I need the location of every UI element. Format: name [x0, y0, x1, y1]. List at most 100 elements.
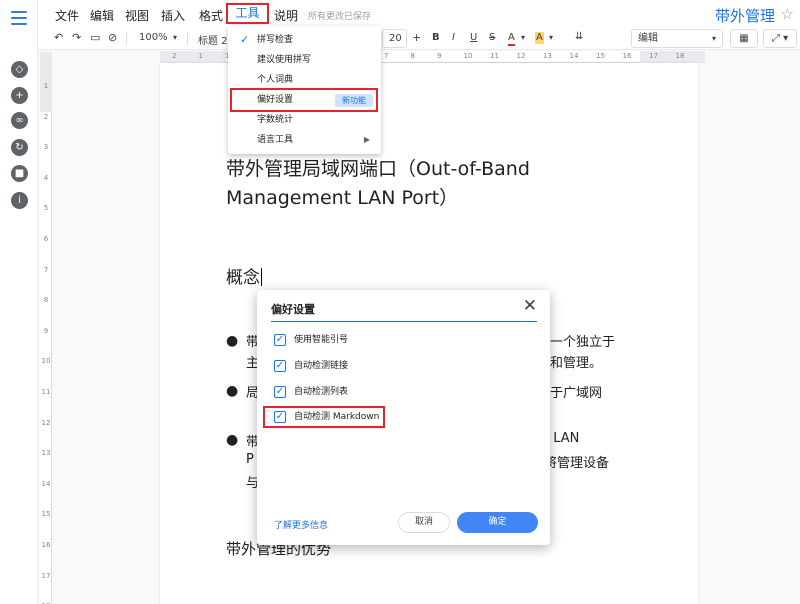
menu-item-personal-dictionary[interactable]: 个人词典: [228, 70, 381, 90]
menu-item-language-tools[interactable]: 语言工具 ▶: [228, 130, 381, 150]
bullet-icon: ●: [226, 432, 239, 448]
mode-label: 编辑: [638, 33, 658, 44]
menu-item-word-count[interactable]: 字数统计: [228, 110, 381, 130]
cancel-button[interactable]: 取消: [398, 512, 450, 533]
bullet-icon: ●: [226, 383, 239, 399]
menu-edit[interactable]: 编辑: [90, 7, 114, 24]
mode-select[interactable]: 编辑 ▾: [631, 29, 723, 48]
ruler-number: 16: [622, 52, 632, 60]
ruler-number: 12: [41, 418, 51, 427]
ruler-number: 9: [437, 52, 442, 60]
toolbar: ↶ ↷ ▭ ⊘ 100% ▾ 标题 2 20 + B I U S A ▾ A ▾…: [38, 28, 800, 50]
close-icon[interactable]: ✕: [523, 296, 537, 316]
ruler-number: 1: [43, 82, 49, 90]
menu-tools[interactable]: 工具: [226, 3, 269, 24]
bullet1-fragment[interactable]: 和管理。: [550, 352, 602, 371]
tag-icon[interactable]: ◇: [11, 61, 28, 78]
chevron-down-icon[interactable]: ▾: [521, 33, 525, 42]
add-user-icon[interactable]: +: [11, 87, 28, 104]
ruler-number: 6: [43, 235, 49, 243]
chevron-right-icon: ▶: [363, 135, 370, 144]
underline-icon[interactable]: U: [470, 32, 477, 43]
menu-insert[interactable]: 插入: [161, 7, 185, 24]
checkbox[interactable]: ✓: [274, 360, 286, 372]
highlight-icon[interactable]: A: [535, 32, 544, 44]
chevron-down-icon[interactable]: ▾: [173, 33, 177, 42]
lock-icon[interactable]: ■: [11, 165, 28, 182]
preferences-dialog: 偏好设置 ✕ ✓ 使用智能引号 ✓ 自动检测链接 ✓ 自动检测列表 ✓ 自动检测…: [257, 290, 550, 545]
ruler-number: 11: [490, 52, 499, 60]
highlight-box: [230, 88, 378, 112]
comment-icon[interactable]: ▦: [730, 29, 758, 48]
check-icon: ✓: [240, 33, 250, 46]
menu-file[interactable]: 文件: [55, 7, 79, 24]
star-icon[interactable]: ☆: [781, 5, 794, 23]
ruler-number: 7: [43, 265, 49, 274]
history-icon[interactable]: ↻: [11, 139, 28, 156]
ruler-number: 2: [172, 52, 177, 60]
ruler-number: 13: [543, 52, 552, 60]
ruler-number: 10: [463, 52, 473, 60]
ruler-number: 15: [41, 510, 51, 519]
chevron-down-icon: ▾: [711, 34, 716, 43]
ruler-number: 9: [43, 326, 49, 335]
ruler-number: 17: [41, 571, 51, 580]
zoom-select[interactable]: 100%: [139, 32, 168, 43]
ruler-number: 8: [410, 52, 415, 60]
ruler-number: 1: [198, 52, 203, 60]
link-icon[interactable]: ∞: [11, 112, 28, 129]
menu-item-spellcheck[interactable]: ✓ 拼写检查: [228, 30, 381, 50]
menu-item-suggest-spelling[interactable]: 建议使用拼写: [228, 50, 381, 70]
strikethrough-icon[interactable]: S: [489, 32, 495, 43]
info-icon[interactable]: i: [11, 192, 28, 209]
redo-icon[interactable]: ↷: [72, 31, 81, 44]
font-size-input[interactable]: 20: [382, 29, 407, 48]
saved-status: 所有更改已保存: [308, 12, 372, 22]
ruler-number: 8: [43, 296, 49, 305]
ruler-number: 10: [41, 357, 51, 366]
highlight-box: [263, 406, 385, 428]
menu-format[interactable]: 格式: [199, 7, 223, 24]
text-color-icon[interactable]: A: [508, 32, 515, 46]
chevron-down-icon[interactable]: ▾: [549, 33, 553, 42]
heading-2[interactable]: 概念: [226, 263, 262, 288]
expand-icon[interactable]: ⤢ ▾: [763, 29, 797, 48]
learn-more-link[interactable]: 了解更多信息: [274, 518, 328, 531]
ruler-number: 5: [43, 204, 49, 213]
checkbox[interactable]: ✓: [274, 334, 286, 346]
bold-icon[interactable]: B: [432, 32, 440, 43]
menu-icon[interactable]: [11, 11, 27, 25]
ruler-number: 3: [43, 143, 49, 152]
increase-font-icon[interactable]: +: [412, 31, 421, 44]
menu-view[interactable]: 视图: [125, 7, 149, 24]
bullet2-fragment[interactable]: 于广域网: [550, 382, 602, 401]
ruler-number: 16: [41, 541, 51, 549]
ruler-number: 7: [384, 52, 389, 60]
paint-format-icon[interactable]: ▭: [90, 31, 100, 44]
menu-help[interactable]: 说明: [274, 7, 298, 24]
ruler-number: 14: [569, 52, 579, 60]
app-window: ◇ + ∞ ↻ ■ i 文件 编辑 视图 插入 格式 工具 说明 所有更改已保存…: [0, 0, 800, 604]
checkbox[interactable]: ✓: [274, 386, 286, 398]
tools-dropdown: ✓ 拼写检查 建议使用拼写 个人词典 偏好设置 新功能 字数统计 语言工具 ▶: [228, 26, 381, 154]
style-select[interactable]: 标题 2: [198, 32, 228, 47]
text-cursor: [261, 268, 262, 286]
ruler-number: 11: [41, 388, 51, 396]
undo-icon[interactable]: ↶: [54, 31, 63, 44]
clear-format-icon[interactable]: ⊘: [108, 31, 117, 44]
ok-button[interactable]: 确定: [457, 512, 538, 533]
dialog-title: 偏好设置: [271, 303, 315, 316]
ruler-number: 14: [41, 479, 51, 488]
heading-1[interactable]: 带外管理局域网端口（Out-of-Band Management LAN Por…: [226, 155, 646, 213]
italic-icon[interactable]: I: [452, 32, 455, 43]
left-rail: ◇ + ∞ ↻ ■ i: [0, 0, 38, 604]
bullet1-fragment[interactable]: 一个独立于: [550, 331, 615, 350]
document-title[interactable]: 带外管理: [715, 5, 775, 26]
more-icon[interactable]: ⇊: [575, 31, 583, 42]
ruler-number: 17: [649, 52, 658, 60]
bullet3-fragment[interactable]: 将管理设备: [544, 452, 609, 471]
ruler-number: 13: [41, 449, 51, 458]
ruler-number: 12: [516, 52, 526, 60]
ruler-number: 4: [43, 173, 49, 182]
bullet3-fragment[interactable]: P: [246, 452, 254, 467]
